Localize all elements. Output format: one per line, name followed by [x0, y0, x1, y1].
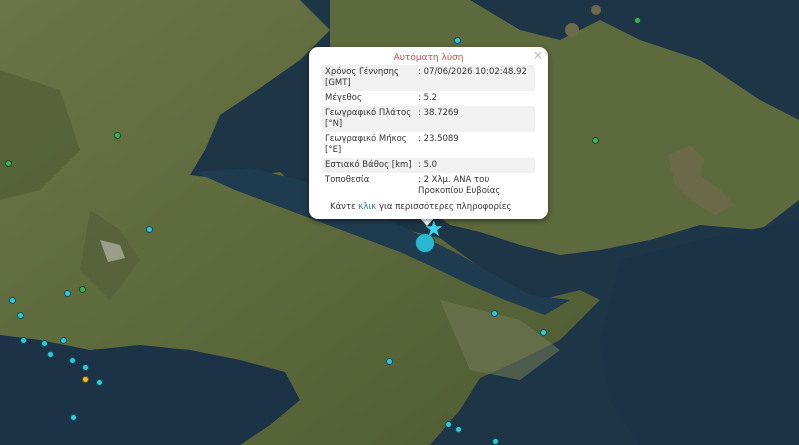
earthquake-marker[interactable]	[491, 310, 498, 317]
close-popup-button[interactable]: ×	[533, 48, 543, 62]
earthquake-marker[interactable]	[5, 160, 12, 167]
detail-row: Γεωγραφικό Πλάτος [°N] : 38.7269	[322, 106, 535, 132]
earthquake-marker[interactable]	[82, 364, 89, 371]
earthquake-details-table: Χρόνος Γέννησης [GMT] : 07/06/2026 10:02…	[322, 65, 535, 199]
earthquake-marker[interactable]	[592, 137, 599, 144]
detail-label: Τοποθεσία	[325, 175, 370, 185]
earthquake-marker[interactable]	[20, 337, 27, 344]
detail-row: Χρόνος Γέννησης [GMT] : 07/06/2026 10:02…	[322, 65, 535, 91]
earthquake-marker[interactable]	[69, 357, 76, 364]
detail-label: Χρόνος Γέννησης [GMT]	[322, 65, 415, 91]
detail-label: Γεωγραφικό Πλάτος [°N]	[322, 106, 415, 132]
islet	[565, 23, 579, 37]
popup-title: Αυτόματη λύση	[393, 53, 464, 63]
detail-value: : 2 Χλμ. ΑΝΑ του Προκοπίου Ευβοίας	[418, 175, 501, 196]
earthquake-marker[interactable]	[455, 426, 462, 433]
earthquake-marker[interactable]	[17, 312, 24, 319]
earthquake-marker[interactable]	[114, 132, 121, 139]
detail-label: Γεωγραφικό Μήκος [°E]	[325, 134, 407, 155]
earthquake-marker[interactable]	[492, 438, 499, 445]
earthquake-map[interactable]: ★ × Αυτόματη λύση Χρόνος Γέννησης [GMT] …	[0, 0, 799, 445]
earthquake-marker[interactable]	[96, 379, 103, 386]
earthquake-marker[interactable]	[47, 351, 54, 358]
detail-row: Γεωγραφικό Μήκος [°E] : 23.5089	[322, 132, 535, 158]
earthquake-marker[interactable]	[79, 286, 86, 293]
earthquake-marker[interactable]	[146, 226, 153, 233]
islet	[591, 5, 601, 15]
earthquake-info-popup: × Αυτόματη λύση Χρόνος Γέννησης [GMT] : …	[309, 47, 548, 219]
earthquake-marker[interactable]	[445, 421, 452, 428]
detail-value: : 23.5089	[418, 134, 459, 144]
more-info-text: Κάντε κλικ για περισσότερες πληροφορίες	[322, 202, 535, 212]
detail-value: : 07/06/2026 10:02:48.92	[415, 65, 535, 91]
detail-value: : 5.2	[418, 93, 438, 103]
earthquake-marker[interactable]	[82, 376, 89, 383]
detail-value: : 38.7269	[415, 106, 535, 132]
detail-row: Μέγεθος : 5.2	[322, 91, 535, 106]
earthquake-marker[interactable]	[60, 337, 67, 344]
earthquake-marker[interactable]	[386, 358, 393, 365]
detail-value: : 5.0	[415, 158, 535, 173]
detail-row: Εστιακό Βάθος [km] : 5.0	[322, 158, 535, 173]
more-info-prefix: Κάντε	[330, 202, 359, 212]
detail-label: Εστιακό Βάθος [km]	[322, 158, 415, 173]
earthquake-marker[interactable]	[64, 290, 71, 297]
earthquake-marker[interactable]	[454, 37, 461, 44]
more-info-suffix: για περισσότερες πληροφορίες	[376, 202, 512, 212]
earthquake-marker[interactable]	[540, 329, 547, 336]
earthquake-marker[interactable]	[9, 297, 16, 304]
earthquake-marker[interactable]	[634, 17, 641, 24]
earthquake-marker[interactable]	[70, 414, 77, 421]
detail-label: Μέγεθος	[325, 93, 362, 103]
detail-row: Τοποθεσία : 2 Χλμ. ΑΝΑ του Προκοπίου Ευβ…	[322, 173, 535, 199]
more-info-link[interactable]: κλικ	[358, 202, 376, 212]
earthquake-marker[interactable]	[41, 340, 48, 347]
